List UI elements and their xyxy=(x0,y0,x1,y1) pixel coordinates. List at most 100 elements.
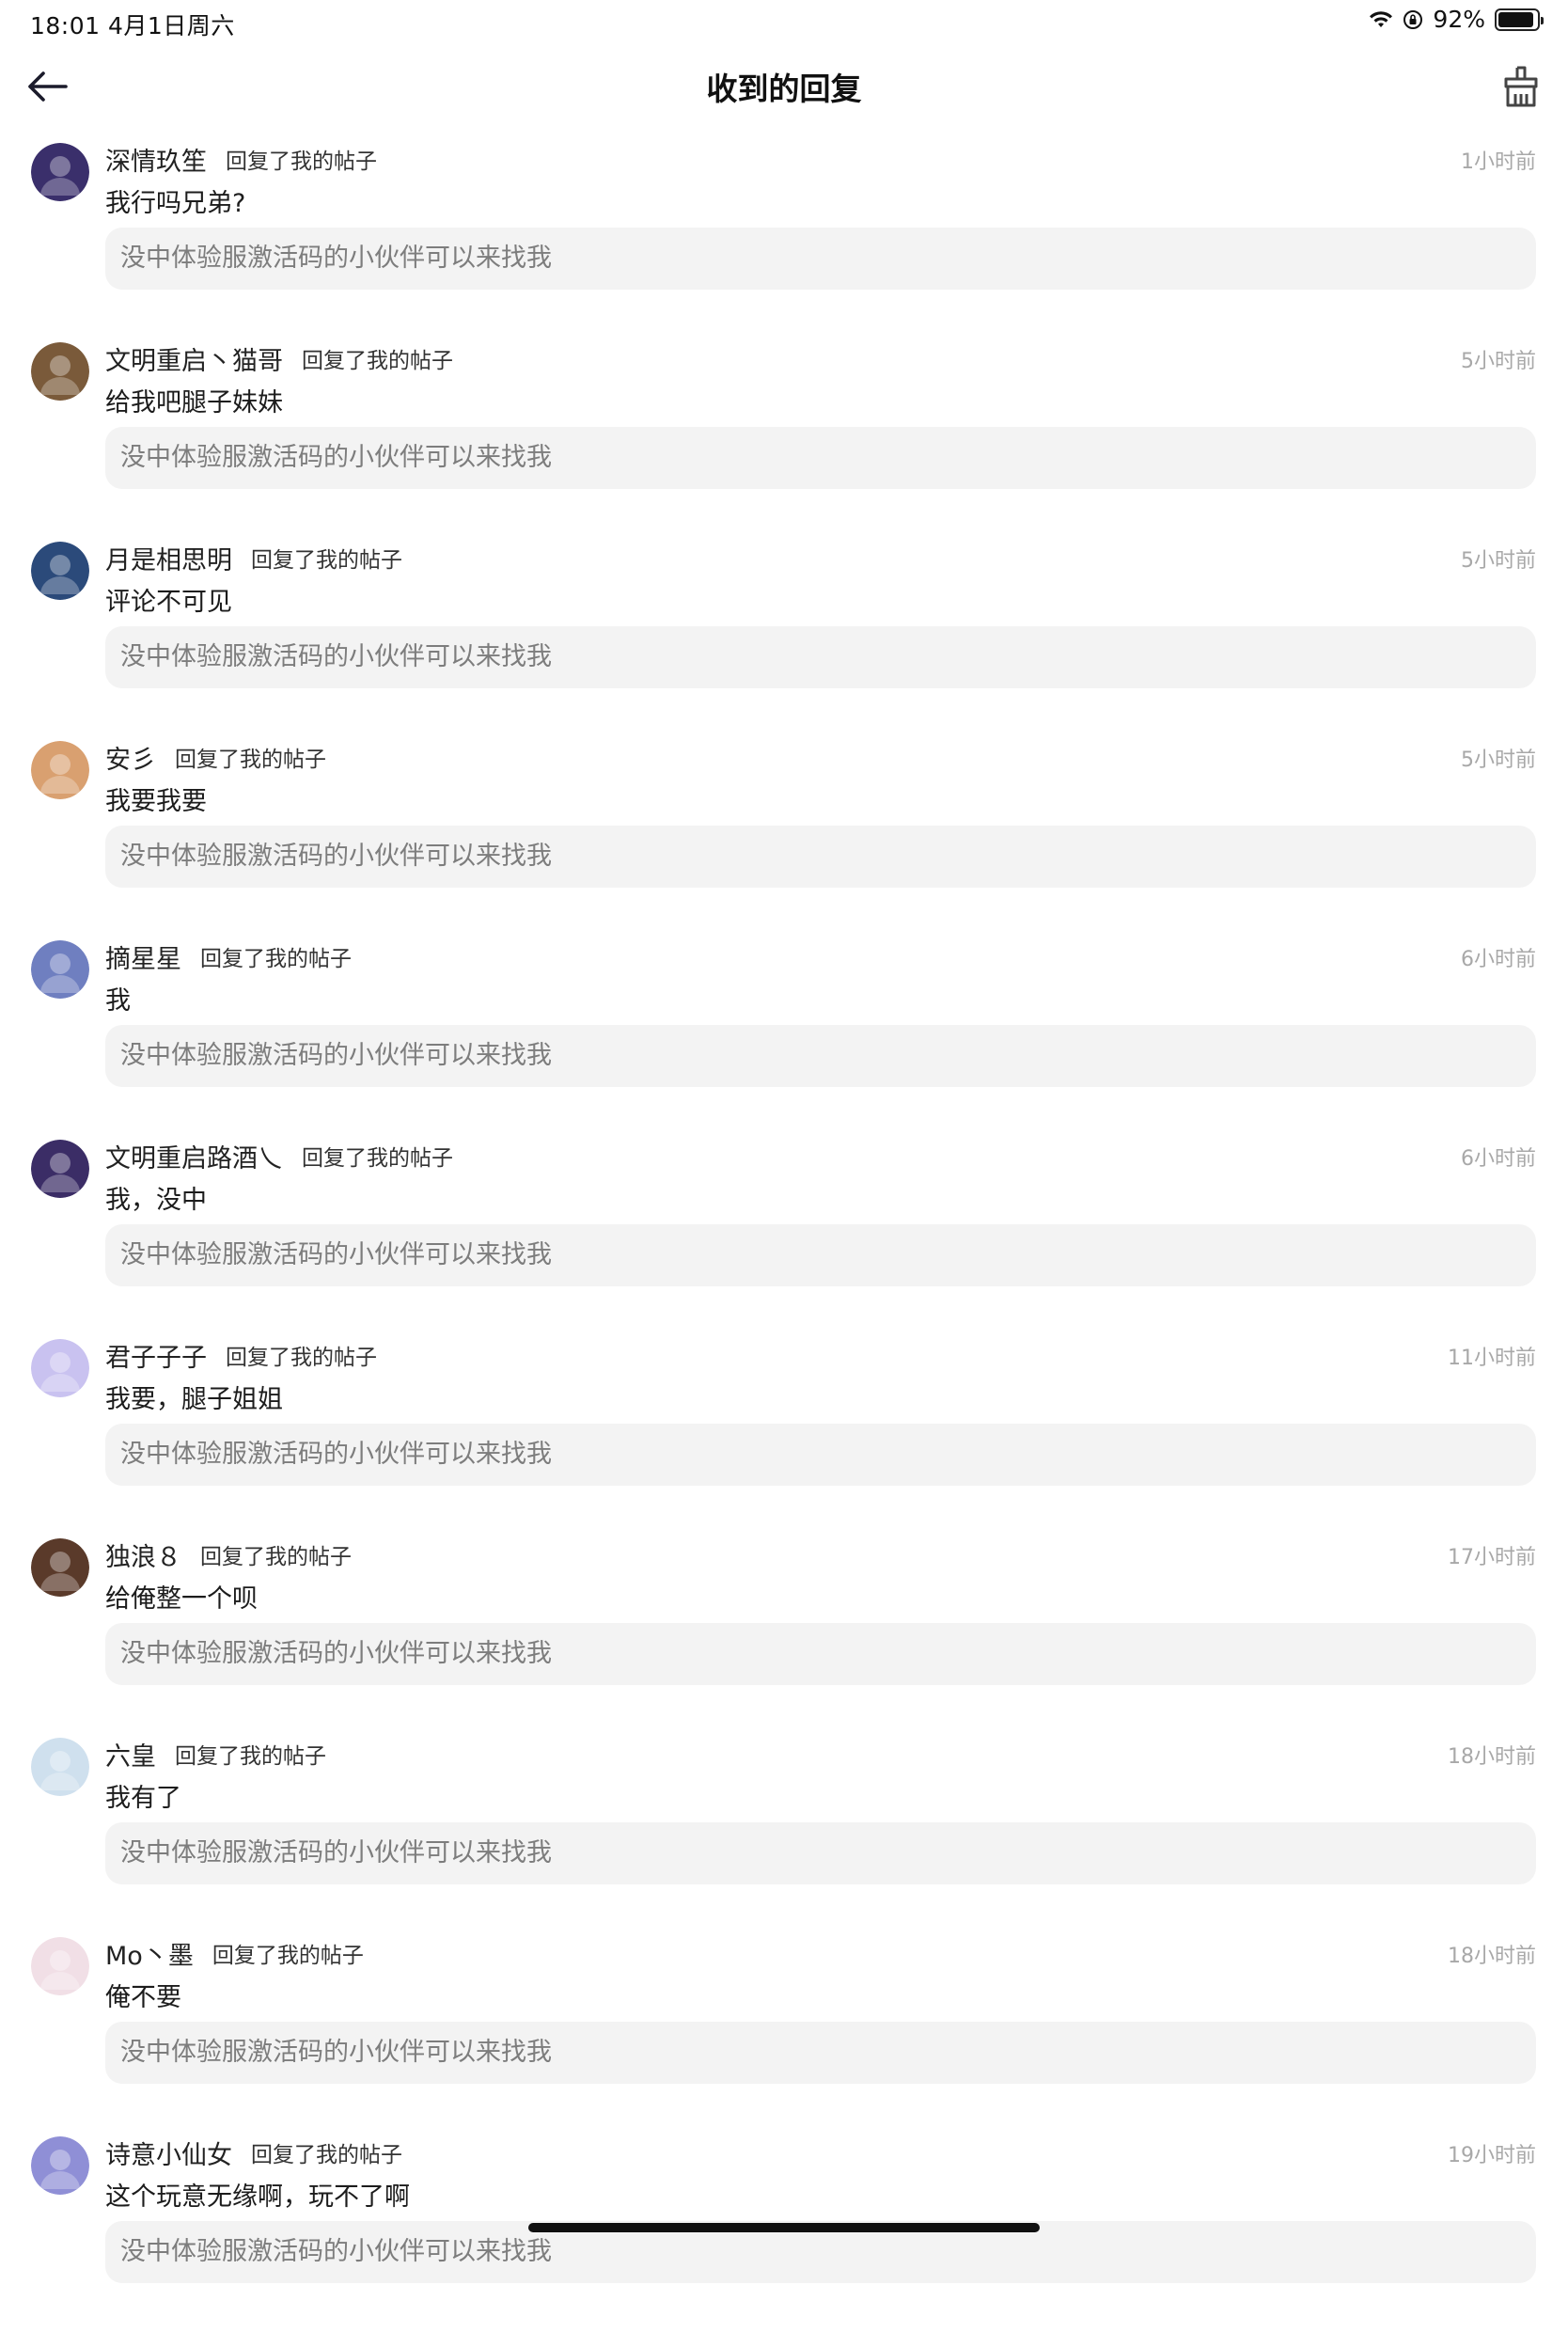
reply-time: 6小时前 xyxy=(1461,948,1536,971)
reply-item[interactable]: 君子子子 回复了我的帖子 11小时前我要，腿子姐姐没中体验服激活码的小伙伴可以来找我 xyxy=(0,1335,1568,1535)
reply-text: 我要我要 xyxy=(105,787,207,816)
username[interactable]: 文明重启丶猫哥 xyxy=(105,340,283,377)
quoted-post[interactable]: 没中体验服激活码的小伙伴可以来找我 xyxy=(105,1623,1536,1685)
reply-text: 我有了 xyxy=(105,1784,181,1813)
username[interactable]: 六皇 xyxy=(105,1736,156,1773)
avatar-image xyxy=(31,1738,89,1796)
quoted-post[interactable]: 没中体验服激活码的小伙伴可以来找我 xyxy=(105,2022,1536,2084)
username[interactable]: 深情玖笙 xyxy=(105,141,207,178)
reply-text: 俺不要 xyxy=(105,1983,181,2012)
reply-action-label: 回复了我的帖子 xyxy=(226,150,377,174)
reply-header: 月是相思明 回复了我的帖子 xyxy=(105,538,402,577)
avatar[interactable] xyxy=(31,143,89,201)
quoted-post[interactable]: 没中体验服激活码的小伙伴可以来找我 xyxy=(105,626,1536,688)
quoted-post[interactable]: 没中体验服激活码的小伙伴可以来找我 xyxy=(105,1025,1536,1087)
reply-action-label: 回复了我的帖子 xyxy=(251,548,402,573)
home-indicator xyxy=(528,2223,1040,2232)
username[interactable]: 安彡 xyxy=(105,739,156,776)
reply-header: 君子子子 回复了我的帖子 xyxy=(105,1335,377,1375)
reply-action-label: 回复了我的帖子 xyxy=(175,748,326,772)
avatar[interactable] xyxy=(31,741,89,799)
reply-text: 评论不可见 xyxy=(105,588,232,617)
avatar[interactable] xyxy=(31,1339,89,1397)
reply-time: 11小时前 xyxy=(1448,1347,1536,1370)
navigation-bar: 收到的回复 xyxy=(0,43,1568,130)
reply-action-label: 回复了我的帖子 xyxy=(251,2143,402,2167)
reply-item[interactable]: 深情玖笙 回复了我的帖子 1小时前我行吗兄弟? 没中体验服激活码的小伙伴可以来找我 xyxy=(0,139,1568,339)
reply-item[interactable]: 诗意小仙女 回复了我的帖子 19小时前 这个玩意无缘啊，玩不了啊 没中体验服激活码的小伙… xyxy=(0,2133,1568,2332)
reply-time: 18小时前 xyxy=(1448,1745,1536,1769)
reply-header: 文明重启路酒乀 回复了我的帖子 xyxy=(105,1136,453,1175)
username[interactable]: Mo丶墨 xyxy=(105,1935,194,1972)
reply-time: 5小时前 xyxy=(1461,350,1536,373)
avatar-image xyxy=(31,542,89,600)
reply-item[interactable]: 独浪８ 回复了我的帖子 17小时前给俺整一个呗没中体验服激活码的小伙伴可以来找我 xyxy=(0,1535,1568,1734)
avatar-image xyxy=(31,143,89,201)
avatar-image xyxy=(31,741,89,799)
quoted-post[interactable]: 没中体验服激活码的小伙伴可以来找我 xyxy=(105,1424,1536,1486)
avatar[interactable] xyxy=(31,2136,89,2195)
reply-action-label: 回复了我的帖子 xyxy=(200,947,352,971)
reply-time: 17小时前 xyxy=(1448,1546,1536,1569)
status-time: 18:01 4月1日周六 xyxy=(30,12,235,39)
reply-action-label: 回复了我的帖子 xyxy=(302,1146,453,1171)
reply-item[interactable]: 六皇 回复了我的帖子 18小时前我有了没中体验服激活码的小伙伴可以来找我 xyxy=(0,1734,1568,1933)
username[interactable]: 独浪８ xyxy=(105,1536,181,1573)
quoted-post[interactable]: 没中体验服激活码的小伙伴可以来找我 xyxy=(105,1224,1536,1286)
reply-header: 文明重启丶猫哥 回复了我的帖子 xyxy=(105,339,453,378)
reply-time: 5小时前 xyxy=(1461,748,1536,772)
avatar-image xyxy=(31,1937,89,1995)
reply-time: 18小时前 xyxy=(1448,1945,1536,1968)
reply-item[interactable]: 文明重启路酒乀 回复了我的帖子 6小时前 我，没中 没中体验服激活码的小伙伴可以来找我 xyxy=(0,1136,1568,1335)
avatar[interactable] xyxy=(31,940,89,999)
broom-clean-icon xyxy=(1504,66,1538,107)
avatar[interactable] xyxy=(31,1738,89,1796)
reply-header: 独浪８ 回复了我的帖子 xyxy=(105,1535,352,1574)
reply-header: 诗意小仙女 回复了我的帖子 xyxy=(105,2133,402,2172)
username[interactable]: 月是相思明 xyxy=(105,540,232,576)
reply-text: 给俺整一个呗 xyxy=(105,1584,258,1614)
avatar[interactable] xyxy=(31,342,89,401)
username[interactable]: 君子子子 xyxy=(105,1337,207,1374)
reply-header: 安彡 回复了我的帖子 xyxy=(105,737,326,777)
username[interactable]: 摘星星 xyxy=(105,938,181,975)
username[interactable]: 诗意小仙女 xyxy=(105,2135,232,2171)
reply-header: 六皇 回复了我的帖子 xyxy=(105,1734,326,1773)
avatar-image xyxy=(31,1538,89,1597)
orientation-lock-icon xyxy=(1403,9,1423,29)
reply-time: 6小时前 xyxy=(1461,1147,1536,1171)
status-bar: 18:01 4月1日周六 92% xyxy=(0,0,1568,43)
reply-time: 1小时前 xyxy=(1461,150,1536,174)
reply-item[interactable]: 摘星星 回复了我的帖子 6小时前我没中体验服激活码的小伙伴可以来找我 xyxy=(0,937,1568,1136)
reply-item[interactable]: 安彡 回复了我的帖子 5小时前我要我要没中体验服激活码的小伙伴可以来找我 xyxy=(0,737,1568,937)
reply-item[interactable]: Mo丶墨 回复了我的帖子 18小时前 俺不要 没中体验服激活码的小伙伴可以来找我 xyxy=(0,1933,1568,2133)
avatar[interactable] xyxy=(31,542,89,600)
username[interactable]: 文明重启路酒乀 xyxy=(105,1138,283,1174)
avatar[interactable] xyxy=(31,1937,89,1995)
battery-percent: 92% xyxy=(1433,6,1485,33)
reply-item[interactable]: 文明重启丶猫哥 回复了我的帖子 5小时前 给我吧腿子妹妹 没中体验服激活码的小伙伴可以来… xyxy=(0,339,1568,538)
reply-action-label: 回复了我的帖子 xyxy=(175,1744,326,1769)
battery-level xyxy=(1498,11,1533,27)
quoted-post[interactable]: 没中体验服激活码的小伙伴可以来找我 xyxy=(105,1822,1536,1884)
reply-header: 摘星星 回复了我的帖子 xyxy=(105,937,352,976)
reply-item[interactable]: 月是相思明 回复了我的帖子 5小时前 评论不可见 没中体验服激活码的小伙伴可以来找我 xyxy=(0,538,1568,737)
avatar-image xyxy=(31,940,89,999)
quoted-post[interactable]: 没中体验服激活码的小伙伴可以来找我 xyxy=(105,826,1536,888)
reply-text: 这个玩意无缘啊，玩不了啊 xyxy=(105,2182,410,2212)
avatar-image xyxy=(31,2136,89,2195)
reply-action-label: 回复了我的帖子 xyxy=(226,1346,377,1370)
avatar-image xyxy=(31,1339,89,1397)
avatar[interactable] xyxy=(31,1538,89,1597)
reply-header: 深情玖笙 回复了我的帖子 xyxy=(105,139,377,179)
quoted-post[interactable]: 没中体验服激活码的小伙伴可以来找我 xyxy=(105,427,1536,489)
reply-text: 我行吗兄弟? xyxy=(105,189,246,218)
avatar[interactable] xyxy=(31,1140,89,1198)
clear-button[interactable] xyxy=(1498,64,1544,109)
page-title: 收到的回复 xyxy=(706,71,862,107)
battery-icon xyxy=(1495,8,1544,31)
quoted-post[interactable]: 没中体验服激活码的小伙伴可以来找我 xyxy=(105,228,1536,290)
reply-action-label: 回复了我的帖子 xyxy=(200,1545,352,1569)
reply-text: 我要，腿子姐姐 xyxy=(105,1385,283,1414)
avatar-image xyxy=(31,342,89,401)
